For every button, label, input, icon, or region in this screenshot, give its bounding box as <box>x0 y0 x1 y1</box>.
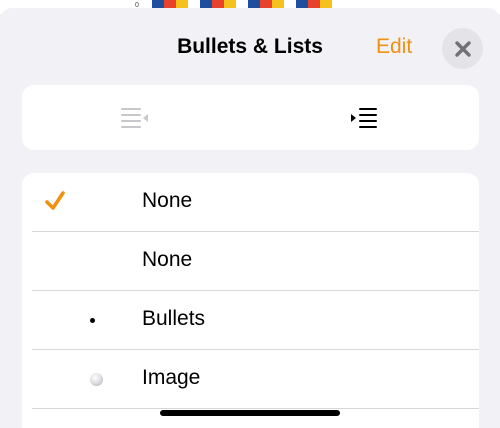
sheet-header: Bullets & Lists Edit <box>0 8 500 86</box>
list-item-label: None <box>142 248 193 271</box>
decrease-indent-button[interactable] <box>22 85 250 150</box>
close-icon <box>454 40 471 57</box>
background-thumbnail <box>296 0 332 8</box>
decrease-indent-icon <box>121 107 148 128</box>
background-thumbnail <box>152 0 188 8</box>
list-item-label: Image <box>142 366 201 389</box>
increase-indent-icon <box>351 107 377 128</box>
background-thumbnail <box>248 0 284 8</box>
bullets-lists-sheet: Bullets & Lists Edit None None Bullets I… <box>0 8 500 428</box>
list-item-none[interactable]: None <box>22 232 479 291</box>
indent-segmented-control <box>22 85 479 150</box>
list-item-bullets[interactable]: Bullets <box>22 291 479 350</box>
list-item-label: None <box>142 189 193 212</box>
checkmark-icon <box>45 191 65 210</box>
close-button[interactable] <box>442 28 483 69</box>
increase-indent-button[interactable] <box>250 85 478 150</box>
edit-button[interactable]: Edit <box>376 35 412 59</box>
bullet-dot-icon <box>90 318 95 323</box>
sheet-title: Bullets & Lists <box>177 35 323 58</box>
home-indicator <box>160 410 340 416</box>
background-thumbnail <box>200 0 236 8</box>
list-style-options: None None Bullets Image <box>22 173 479 428</box>
row-divider <box>32 408 479 409</box>
list-item-none-selected[interactable]: None <box>22 173 479 232</box>
list-item-label: Bullets <box>142 307 206 330</box>
image-bullet-icon <box>90 373 103 386</box>
list-item-image[interactable]: Image <box>22 350 479 409</box>
